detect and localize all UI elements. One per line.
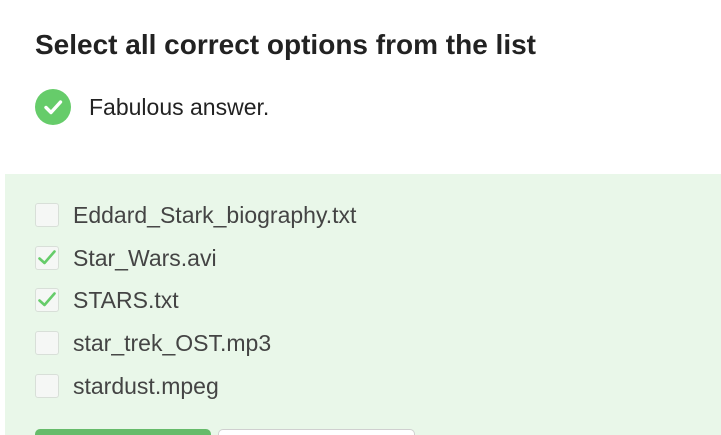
option-label: Star_Wars.avi	[73, 245, 217, 271]
primary-action-button[interactable]	[35, 429, 211, 435]
checkbox[interactable]	[35, 331, 59, 355]
option-label: Eddard_Stark_biography.txt	[73, 202, 357, 228]
question-title: Select all correct options from the list	[35, 29, 537, 60]
feedback-text: Fabulous answer.	[89, 94, 270, 120]
options-panel: Eddard_Stark_biography.txt Star_Wars.avi…	[5, 174, 721, 435]
option-star-trek-ost[interactable]: star_trek_OST.mp3	[35, 328, 271, 358]
answer-feedback: Fabulous answer.	[35, 89, 269, 125]
checkbox[interactable]	[35, 246, 59, 270]
option-eddard-stark-biography[interactable]: Eddard_Stark_biography.txt	[35, 200, 356, 230]
secondary-action-button[interactable]	[218, 429, 415, 435]
quiz-result-page: Select all correct options from the list…	[0, 0, 721, 435]
checkbox[interactable]	[35, 288, 59, 312]
checkmark-icon	[38, 292, 56, 307]
option-label: STARS.txt	[73, 287, 179, 313]
option-star-wars[interactable]: Star_Wars.avi	[35, 243, 217, 273]
checkbox[interactable]	[35, 374, 59, 398]
option-label: star_trek_OST.mp3	[73, 330, 272, 356]
option-stardust[interactable]: stardust.mpeg	[35, 371, 219, 401]
option-stars-txt[interactable]: STARS.txt	[35, 285, 179, 315]
checkmark-icon	[38, 250, 56, 265]
check-circle-icon	[35, 89, 71, 125]
option-label: stardust.mpeg	[73, 373, 219, 399]
checkbox[interactable]	[35, 203, 59, 227]
